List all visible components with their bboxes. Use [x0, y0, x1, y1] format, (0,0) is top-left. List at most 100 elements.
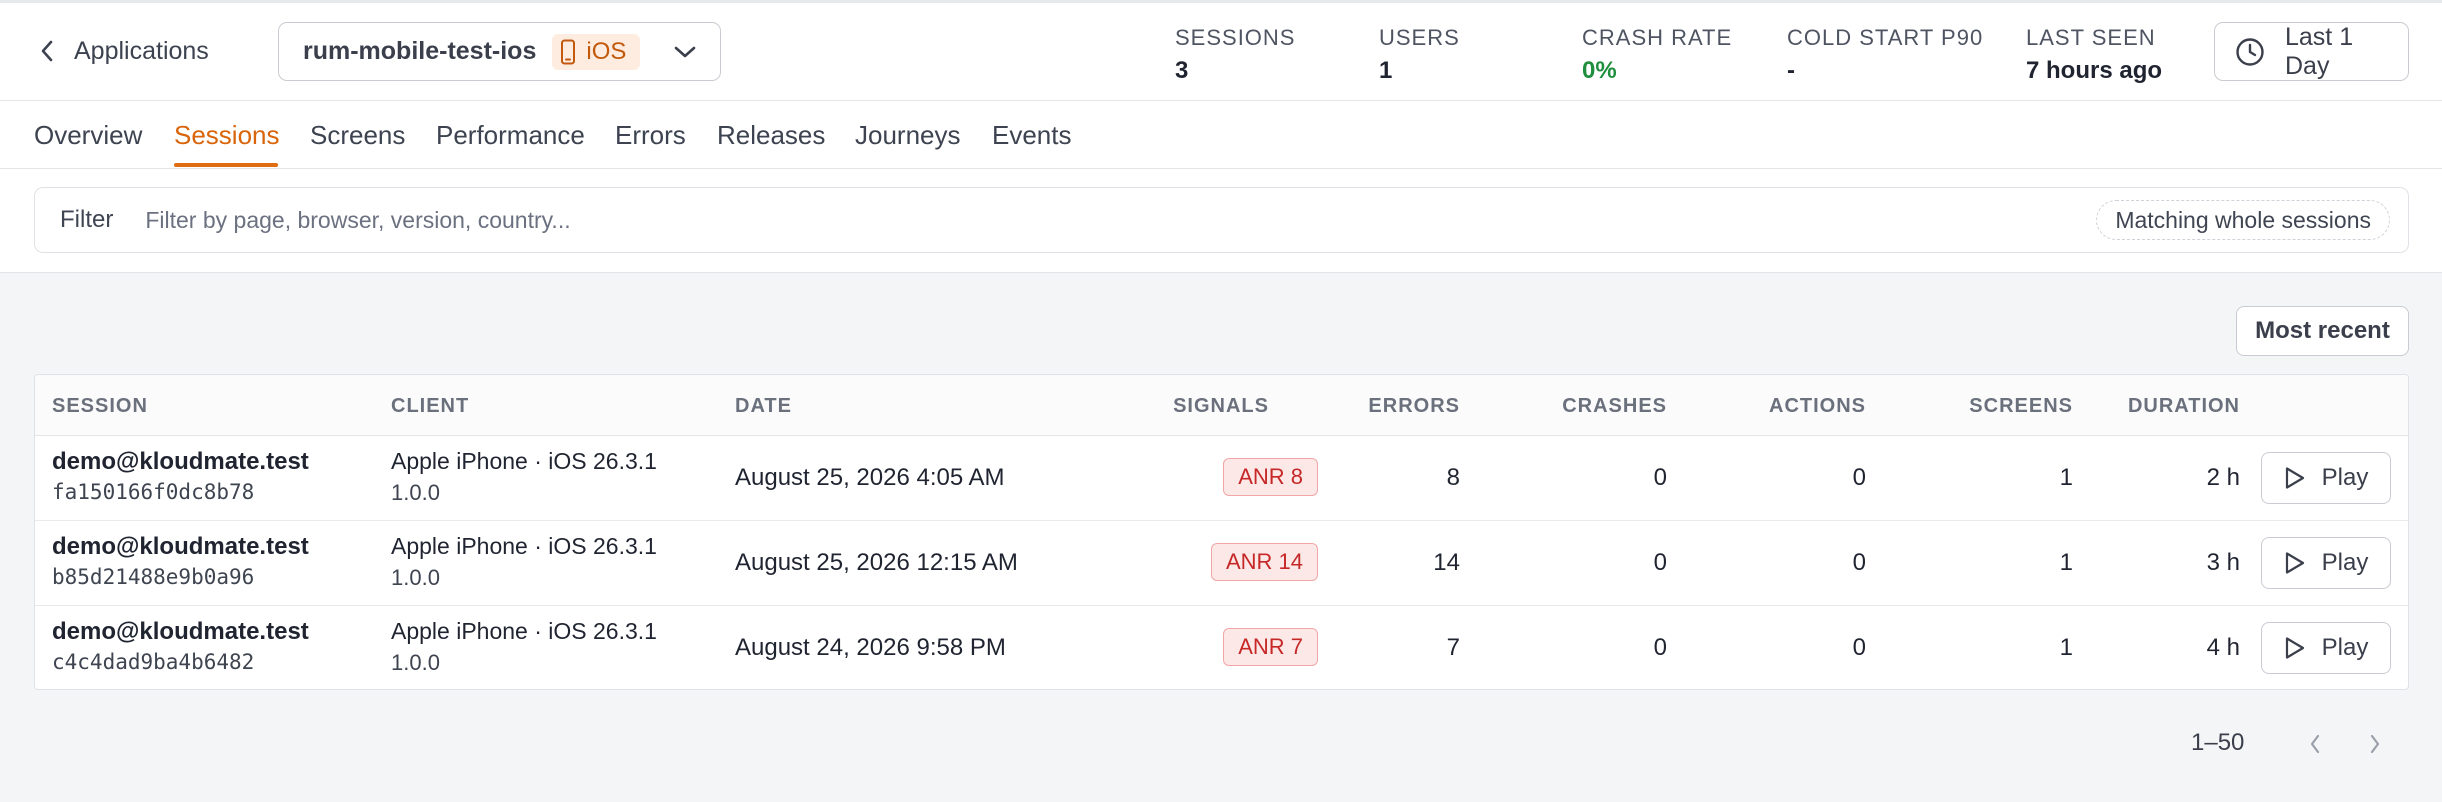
- stat-label: LAST SEEN: [2026, 25, 2156, 50]
- screens-count: 1: [2059, 634, 2073, 661]
- column-header-actions: ACTIONS: [1769, 395, 1866, 417]
- stat-value: -: [1787, 57, 1795, 84]
- session-version: 1.0.0: [391, 480, 440, 505]
- active-tab-indicator: [174, 163, 278, 167]
- tab-bar: Overview Sessions Screens Performance Er…: [0, 101, 2442, 169]
- stat-label: USERS: [1379, 25, 1460, 50]
- session-user: demo@kloudmate.test: [52, 533, 309, 560]
- signal-badge: ANR 7: [1223, 628, 1318, 666]
- stat-value: 0%: [1582, 57, 1617, 84]
- chevron-left-icon: [2309, 734, 2321, 754]
- play-icon: [2284, 636, 2306, 660]
- session-date: August 25, 2026 4:05 AM: [735, 464, 1005, 491]
- signal-badge: ANR 8: [1223, 458, 1318, 496]
- play-label: Play: [2321, 464, 2369, 491]
- column-header-date: DATE: [735, 395, 792, 417]
- column-header-session: SESSION: [52, 395, 148, 417]
- stat-value: 7 hours ago: [2026, 57, 2163, 84]
- session-client: Apple iPhone · iOS 26.3.1: [391, 618, 657, 644]
- crashes-count: 0: [1653, 549, 1667, 576]
- tab-sessions[interactable]: Sessions: [174, 120, 280, 151]
- column-header-errors: ERRORS: [1368, 395, 1460, 417]
- session-id: fa150166f0dc8b78: [52, 480, 255, 504]
- sort-button[interactable]: Most recent: [2236, 306, 2409, 356]
- table-header: SESSION CLIENT DATE SIGNALS ERRORS CRASH…: [35, 375, 2408, 436]
- chevron-down-icon: [674, 45, 696, 59]
- stat-value: 1: [1379, 57, 1393, 84]
- stat-users: USERS 1: [1379, 25, 1460, 85]
- session-id: b85d21488e9b0a96: [52, 565, 255, 589]
- column-header-duration: DURATION: [2127, 395, 2240, 417]
- back-to-applications[interactable]: Applications: [40, 31, 209, 71]
- session-user: demo@kloudmate.test: [52, 448, 309, 475]
- session-duration: 2 h: [2206, 464, 2240, 491]
- clock-icon: [2235, 37, 2265, 67]
- play-icon: [2284, 466, 2306, 490]
- time-range-label: Last 1 Day: [2285, 22, 2354, 80]
- screens-count: 1: [2059, 464, 2073, 491]
- errors-count: 8: [1446, 464, 1460, 491]
- tab-overview[interactable]: Overview: [34, 120, 142, 151]
- app-header: Applications rum-mobile-test-ios iOS SES…: [0, 0, 2442, 101]
- play-button[interactable]: Play: [2261, 537, 2391, 589]
- platform-label: iOS: [586, 37, 627, 65]
- stat-label: CRASH RATE: [1582, 25, 1733, 50]
- session-client: Apple iPhone · iOS 26.3.1: [391, 448, 657, 474]
- table-row[interactable]: demo@kloudmate.test c4c4dad9ba4b6482 App…: [35, 606, 2408, 689]
- previous-page-button[interactable]: [2297, 726, 2333, 762]
- session-duration: 4 h: [2206, 634, 2240, 661]
- phone-icon: [560, 39, 576, 65]
- session-date: August 25, 2026 12:15 AM: [735, 549, 1018, 576]
- table-row[interactable]: demo@kloudmate.test b85d21488e9b0a96 App…: [35, 521, 2408, 606]
- chevron-right-icon: [2369, 734, 2381, 754]
- chevron-left-icon: [40, 40, 54, 62]
- filter-label: Filter: [60, 206, 114, 233]
- match-mode-chip[interactable]: Matching whole sessions: [2096, 200, 2390, 240]
- session-client: Apple iPhone · iOS 26.3.1: [391, 533, 657, 559]
- session-id: c4c4dad9ba4b6482: [52, 650, 255, 674]
- play-label: Play: [2321, 634, 2369, 661]
- column-header-crashes: CRASHES: [1562, 395, 1667, 417]
- play-button[interactable]: Play: [2261, 452, 2391, 504]
- tab-performance[interactable]: Performance: [436, 120, 585, 151]
- screens-count: 1: [2059, 549, 2073, 576]
- next-page-button[interactable]: [2357, 726, 2393, 762]
- stat-sessions: SESSIONS 3: [1175, 25, 1295, 85]
- session-version: 1.0.0: [391, 650, 440, 675]
- table-row[interactable]: demo@kloudmate.test fa150166f0dc8b78 App…: [35, 436, 2408, 521]
- time-range-button[interactable]: Last 1 Day: [2214, 22, 2409, 81]
- actions-count: 0: [1852, 634, 1866, 661]
- actions-count: 0: [1852, 464, 1866, 491]
- stat-value: 3: [1175, 57, 1189, 84]
- pagination-range: 1–50: [2191, 729, 2245, 756]
- stat-label: COLD START P90: [1787, 25, 1984, 50]
- play-button[interactable]: Play: [2261, 622, 2391, 674]
- tab-releases[interactable]: Releases: [717, 120, 825, 151]
- errors-count: 7: [1446, 634, 1460, 661]
- session-duration: 3 h: [2206, 549, 2240, 576]
- filter-input[interactable]: [145, 198, 2097, 242]
- play-icon: [2284, 551, 2306, 575]
- stat-cold-start: COLD START P90 -: [1787, 25, 1983, 85]
- tab-errors[interactable]: Errors: [615, 120, 686, 151]
- platform-badge: iOS: [552, 33, 641, 70]
- column-header-signals: SIGNALS: [1173, 395, 1269, 417]
- app-name: rum-mobile-test-ios: [303, 37, 537, 65]
- tab-journeys[interactable]: Journeys: [855, 120, 961, 151]
- session-version: 1.0.0: [391, 565, 440, 590]
- session-date: August 24, 2026 9:58 PM: [735, 634, 1006, 661]
- application-selector[interactable]: rum-mobile-test-ios iOS: [278, 22, 721, 81]
- tab-events[interactable]: Events: [992, 120, 1072, 151]
- column-header-client: CLIENT: [391, 395, 470, 417]
- stat-last-seen: LAST SEEN 7 hours ago: [2026, 25, 2162, 85]
- signal-badge: ANR 14: [1210, 543, 1318, 581]
- filter-section: Filter Matching whole sessions: [0, 169, 2442, 273]
- stat-crash-rate: CRASH RATE 0%: [1582, 25, 1732, 85]
- session-user: demo@kloudmate.test: [52, 618, 309, 645]
- crashes-count: 0: [1653, 634, 1667, 661]
- stat-label: SESSIONS: [1175, 25, 1296, 50]
- sessions-table: SESSION CLIENT DATE SIGNALS ERRORS CRASH…: [34, 374, 2409, 690]
- crashes-count: 0: [1653, 464, 1667, 491]
- tab-screens[interactable]: Screens: [310, 120, 405, 151]
- errors-count: 14: [1433, 549, 1460, 576]
